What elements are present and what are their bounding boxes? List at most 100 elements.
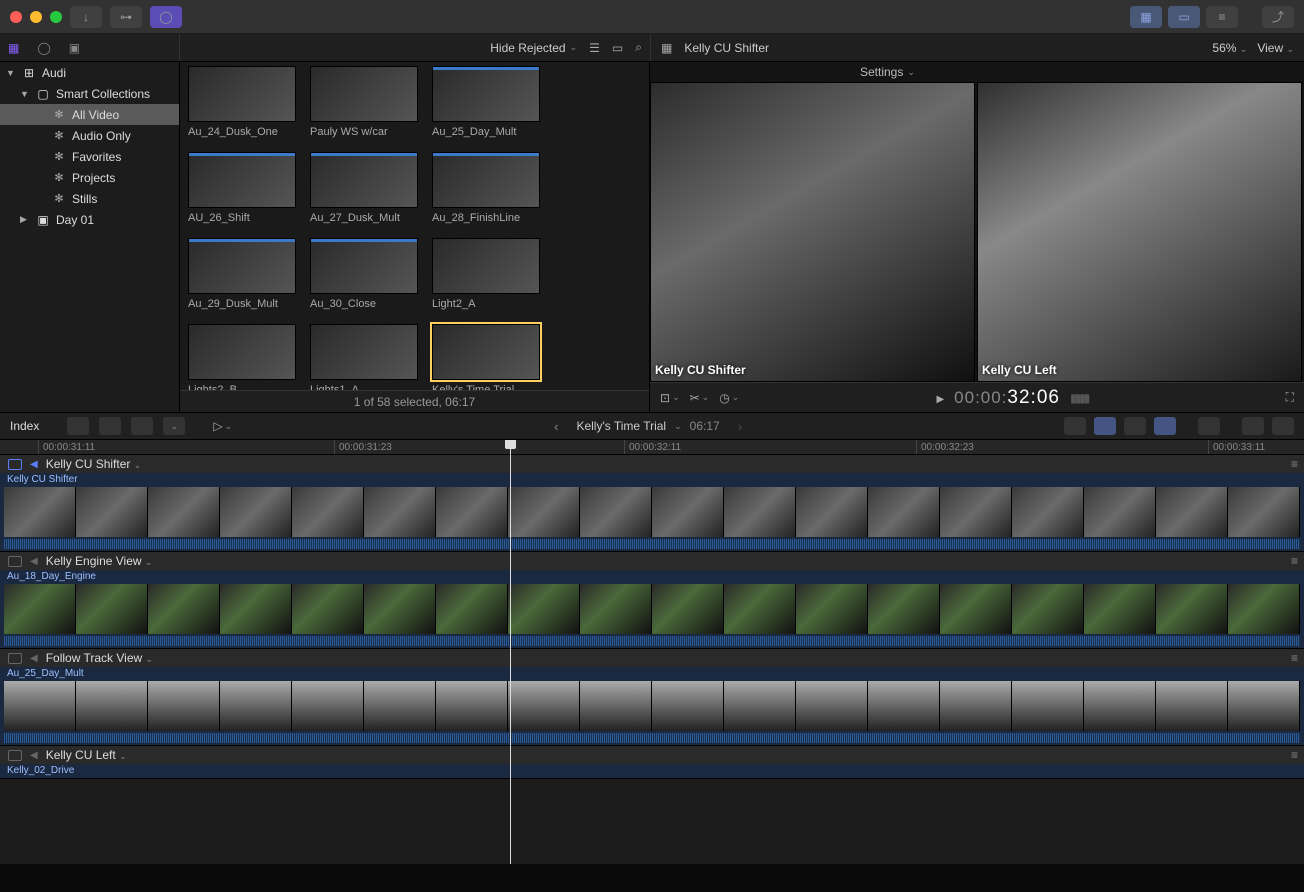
transform-options-icon[interactable]: ✂⌄ bbox=[690, 391, 710, 405]
inspector-toggle-button[interactable]: ≡ bbox=[1206, 6, 1238, 28]
list-view-icon[interactable]: ▭ bbox=[612, 41, 623, 55]
sidebar-item-audi[interactable]: ▼⊞Audi bbox=[0, 62, 179, 83]
sidebar-item-favorites[interactable]: Favorites bbox=[0, 146, 179, 167]
background-tasks-button[interactable]: ◯ bbox=[150, 6, 182, 28]
clip-thumbnail[interactable]: AU_26_Shift bbox=[188, 152, 296, 224]
angle-header: ◀ Kelly Engine View ⌄ ≡ bbox=[0, 552, 1304, 570]
timeline-toggle-button[interactable]: ▭ bbox=[1168, 6, 1200, 28]
skimming-toggle-icon[interactable] bbox=[1064, 417, 1086, 435]
skimming-options-icon[interactable]: ⊡⌄ bbox=[660, 391, 680, 405]
clip-name-label: Kelly_02_Drive bbox=[4, 765, 77, 776]
photos-audio-icon[interactable]: ◯ bbox=[37, 41, 50, 55]
zoom-window-button[interactable] bbox=[50, 11, 62, 23]
angle-menu-icon[interactable]: ≡ bbox=[1291, 457, 1298, 471]
clip-thumbnail[interactable]: Light2_A bbox=[432, 238, 540, 310]
audio-monitor-icon[interactable]: ◀ bbox=[30, 750, 38, 761]
clip-thumbnail[interactable]: Lights1_A bbox=[310, 324, 418, 396]
clip-thumbnail[interactable]: Au_25_Day_Mult bbox=[432, 66, 540, 138]
angle-menu-icon[interactable]: ≡ bbox=[1291, 554, 1298, 568]
viewer-angle[interactable]: Kelly CU Shifter bbox=[650, 82, 975, 382]
timeline-forward-button[interactable]: › bbox=[738, 419, 742, 434]
clip-label: Pauly WS w/car bbox=[310, 126, 418, 138]
angle-grid: Kelly CU ShifterKelly CU Left bbox=[650, 82, 1304, 382]
retime-options-icon[interactable]: ◷⌄ bbox=[719, 391, 739, 405]
clip-appearance-icon[interactable]: ☰ bbox=[589, 41, 600, 55]
angle-row: ◀ Kelly Engine View ⌄ ≡ Au_18_Day_Engine bbox=[0, 552, 1304, 649]
libraries-icon[interactable]: ▦ bbox=[8, 41, 19, 55]
viewer-angle[interactable]: Kelly CU Left bbox=[977, 82, 1302, 382]
angle-name-label[interactable]: Follow Track View ⌄ bbox=[46, 651, 153, 665]
angle-menu-icon[interactable]: ≡ bbox=[1291, 651, 1298, 665]
clip-thumbnail[interactable]: Au_29_Dusk_Mult bbox=[188, 238, 296, 310]
search-icon[interactable]: ⌕ bbox=[635, 40, 642, 55]
timeline-index-button[interactable]: Index bbox=[10, 419, 39, 433]
angle-clip[interactable]: Au_25_Day_Mult bbox=[0, 667, 1304, 745]
overwrite-tool-icon[interactable]: ⌄ bbox=[163, 417, 185, 435]
minimize-window-button[interactable] bbox=[30, 11, 42, 23]
video-monitor-icon[interactable] bbox=[8, 556, 22, 567]
sidebar-item-smart-collections[interactable]: ▼▢Smart Collections bbox=[0, 83, 179, 104]
viewer-timecode[interactable]: 00:00:32:06 bbox=[954, 387, 1060, 409]
video-monitor-icon[interactable] bbox=[8, 653, 22, 664]
angle-editor-timeline[interactable]: 00:00:31:1100:00:31:2300:00:32:1100:00:3… bbox=[0, 440, 1304, 864]
clip-thumbnail[interactable]: Au_27_Dusk_Mult bbox=[310, 152, 418, 224]
sidebar-item-audio-only[interactable]: Audio Only bbox=[0, 125, 179, 146]
clip-thumbnail[interactable]: Lights2_B bbox=[188, 324, 296, 396]
viewer-settings-popup[interactable]: Settings⌄ bbox=[860, 65, 915, 79]
angle-clip[interactable]: Kelly_02_Drive bbox=[0, 764, 1304, 778]
sidebar-item-stills[interactable]: Stills bbox=[0, 188, 179, 209]
close-window-button[interactable] bbox=[10, 11, 22, 23]
angle-name-label[interactable]: Kelly CU Shifter ⌄ bbox=[46, 457, 142, 471]
window-titlebar: ↓ ⊶ ◯ ▦ ▭ ≡ ⤴ bbox=[0, 0, 1304, 34]
sidebar-item-label: Audio Only bbox=[72, 129, 131, 143]
angle-menu-icon[interactable]: ≡ bbox=[1291, 748, 1298, 762]
angle-row: ◀ Kelly CU Left ⌄ ≡ Kelly_02_Drive bbox=[0, 746, 1304, 779]
clip-thumbnail[interactable]: Au_28_FinishLine bbox=[432, 152, 540, 224]
video-monitor-icon[interactable] bbox=[8, 750, 22, 761]
sidebar-item-day-01[interactable]: ▶▣Day 01 bbox=[0, 209, 179, 230]
clip-thumbnail[interactable]: Au_24_Dusk_One bbox=[188, 66, 296, 138]
tool-select-popup[interactable]: ▷⌄ bbox=[213, 419, 232, 433]
timeline-ruler[interactable]: 00:00:31:1100:00:31:2300:00:32:1100:00:3… bbox=[0, 440, 1304, 455]
zoom-popup[interactable]: 56% ⌄ bbox=[1212, 41, 1247, 55]
audio-monitor-icon[interactable]: ◀ bbox=[30, 556, 38, 567]
video-monitor-icon[interactable] bbox=[8, 459, 22, 470]
clip-appearance-timeline-icon[interactable] bbox=[1198, 417, 1220, 435]
gear-icon bbox=[52, 171, 66, 185]
filter-popup[interactable]: Hide Rejected⌄ bbox=[490, 41, 577, 55]
fullscreen-icon[interactable]: ⛶ bbox=[1286, 390, 1294, 405]
effects-browser-icon[interactable] bbox=[1242, 417, 1264, 435]
timeline-back-button[interactable]: ‹ bbox=[554, 419, 558, 434]
gear-icon bbox=[52, 192, 66, 206]
playhead[interactable] bbox=[510, 440, 511, 864]
view-popup[interactable]: View ⌄ bbox=[1257, 41, 1294, 55]
angle-clip[interactable]: Au_18_Day_Engine bbox=[0, 570, 1304, 648]
transitions-browser-icon[interactable] bbox=[1272, 417, 1294, 435]
insert-tool-icon[interactable] bbox=[99, 417, 121, 435]
clip-thumbnail[interactable]: Au_30_Close bbox=[310, 238, 418, 310]
audio-monitor-icon[interactable]: ◀ bbox=[30, 459, 38, 470]
clip-thumbnail[interactable]: Kelly's Time Trial bbox=[432, 324, 540, 396]
gear-icon bbox=[52, 129, 66, 143]
clip-thumbnail[interactable]: Pauly WS w/car bbox=[310, 66, 418, 138]
angle-name-label[interactable]: Kelly Engine View ⌄ bbox=[46, 554, 153, 568]
project-name[interactable]: Kelly's Time Trial bbox=[576, 419, 666, 433]
sidebar-item-projects[interactable]: Projects bbox=[0, 167, 179, 188]
append-tool-icon[interactable] bbox=[131, 417, 153, 435]
play-button[interactable] bbox=[936, 391, 944, 405]
browser-toggle-button[interactable]: ▦ bbox=[1130, 6, 1162, 28]
audio-skim-toggle-icon[interactable] bbox=[1094, 417, 1116, 435]
audio-monitor-icon[interactable]: ◀ bbox=[30, 653, 38, 664]
angle-name-label[interactable]: Kelly CU Left ⌄ bbox=[46, 748, 127, 762]
angle-header: ◀ Follow Track View ⌄ ≡ bbox=[0, 649, 1304, 667]
connect-tool-icon[interactable] bbox=[67, 417, 89, 435]
angle-clip[interactable]: Kelly CU Shifter bbox=[0, 473, 1304, 551]
solo-toggle-icon[interactable] bbox=[1124, 417, 1146, 435]
titles-generators-icon[interactable]: ▣ bbox=[69, 41, 80, 55]
share-button[interactable]: ⤴ bbox=[1262, 6, 1294, 28]
keyword-button[interactable]: ⊶ bbox=[110, 6, 142, 28]
viewer-layout-icon[interactable]: ▦ bbox=[661, 41, 672, 55]
snapping-toggle-icon[interactable] bbox=[1154, 417, 1176, 435]
import-button[interactable]: ↓ bbox=[70, 6, 102, 28]
sidebar-item-all-video[interactable]: All Video bbox=[0, 104, 179, 125]
